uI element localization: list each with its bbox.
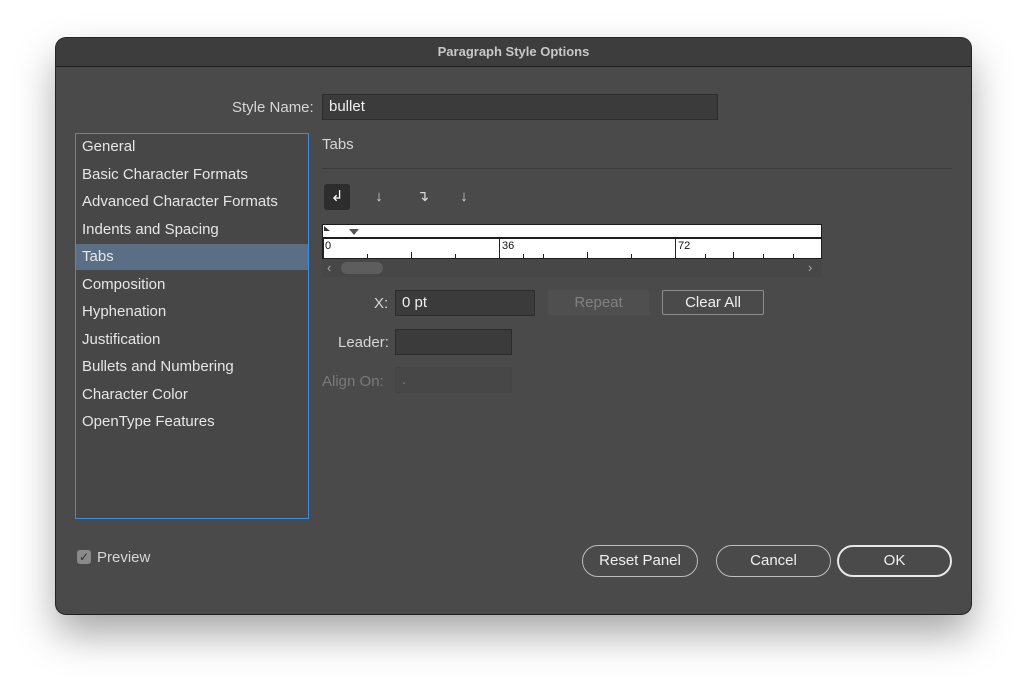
tab-ruler[interactable]: 0 36 72 [322, 238, 822, 259]
ruler-tick [793, 254, 794, 258]
ruler-scrollbar[interactable]: ‹ › [322, 259, 822, 277]
style-name-input[interactable]: bullet [322, 94, 718, 120]
ruler-tick [675, 239, 676, 258]
paragraph-style-options-dialog: Paragraph Style Options Style Name: bull… [56, 38, 971, 614]
section-divider [322, 168, 952, 169]
section-title: Tabs [322, 136, 354, 153]
align-on-label: Align On: [322, 373, 384, 390]
sidebar-item-opentype-features[interactable]: OpenType Features [76, 409, 308, 435]
category-list: General Basic Character Formats Advanced… [75, 133, 309, 519]
scroll-thumb[interactable] [341, 262, 383, 274]
ruler-tick [455, 254, 456, 258]
ruler-tick [631, 254, 632, 258]
ruler-tick [411, 252, 412, 258]
sidebar-item-composition[interactable]: Composition [76, 272, 308, 298]
align-on-input[interactable]: . [395, 367, 512, 393]
ruler-tick [499, 239, 500, 258]
sidebar-item-character-color[interactable]: Character Color [76, 382, 308, 408]
ruler-label: 72 [678, 240, 691, 252]
x-position-input[interactable]: 0 pt [395, 290, 535, 316]
sidebar-item-bullets-and-numbering[interactable]: Bullets and Numbering [76, 354, 308, 380]
ruler-tick [367, 254, 368, 258]
ok-button[interactable]: OK [837, 545, 952, 577]
sidebar-item-tabs[interactable]: Tabs [76, 244, 308, 270]
scroll-left-icon[interactable]: ‹ [327, 260, 331, 275]
center-justified-tab-icon[interactable]: ↓ [366, 184, 392, 210]
repeat-button[interactable]: Repeat [548, 290, 649, 315]
right-justified-tab-icon[interactable]: ↴ [410, 184, 436, 210]
preview-label: Preview [97, 549, 151, 566]
ruler-tick [523, 254, 524, 258]
x-position-label: X: [374, 295, 389, 312]
sidebar-item-justification[interactable]: Justification [76, 327, 308, 353]
cancel-button[interactable]: Cancel [716, 545, 831, 577]
ruler-tick [763, 254, 764, 258]
left-justified-tab-icon[interactable]: ↲ [324, 184, 350, 210]
sidebar-item-basic-character-formats[interactable]: Basic Character Formats [76, 162, 308, 188]
style-name-label: Style Name: [232, 99, 314, 116]
ruler-tick [543, 254, 544, 258]
leader-input[interactable] [395, 329, 512, 355]
sidebar-item-general[interactable]: General [76, 134, 308, 160]
dialog-title: Paragraph Style Options [56, 38, 971, 67]
preview-checkbox[interactable]: ✓ [77, 550, 91, 564]
reset-panel-button[interactable]: Reset Panel [582, 545, 698, 577]
ruler-tick [587, 252, 588, 258]
ruler-tick [733, 252, 734, 258]
indent-markers-icon[interactable] [323, 225, 821, 237]
align-to-decimal-tab-icon[interactable]: ↓ [451, 184, 477, 210]
sidebar-item-hyphenation[interactable]: Hyphenation [76, 299, 308, 325]
clear-all-button[interactable]: Clear All [662, 290, 764, 315]
ruler-tick [323, 239, 324, 258]
ruler-tick [705, 254, 706, 258]
leader-label: Leader: [338, 334, 389, 351]
scroll-right-icon[interactable]: › [808, 260, 812, 275]
sidebar-item-advanced-character-formats[interactable]: Advanced Character Formats [76, 189, 308, 215]
tab-ruler-marker-strip[interactable] [322, 224, 822, 238]
ruler-label: 0 [325, 240, 332, 252]
sidebar-item-indents-and-spacing[interactable]: Indents and Spacing [76, 217, 308, 243]
ruler-label: 36 [502, 240, 515, 252]
